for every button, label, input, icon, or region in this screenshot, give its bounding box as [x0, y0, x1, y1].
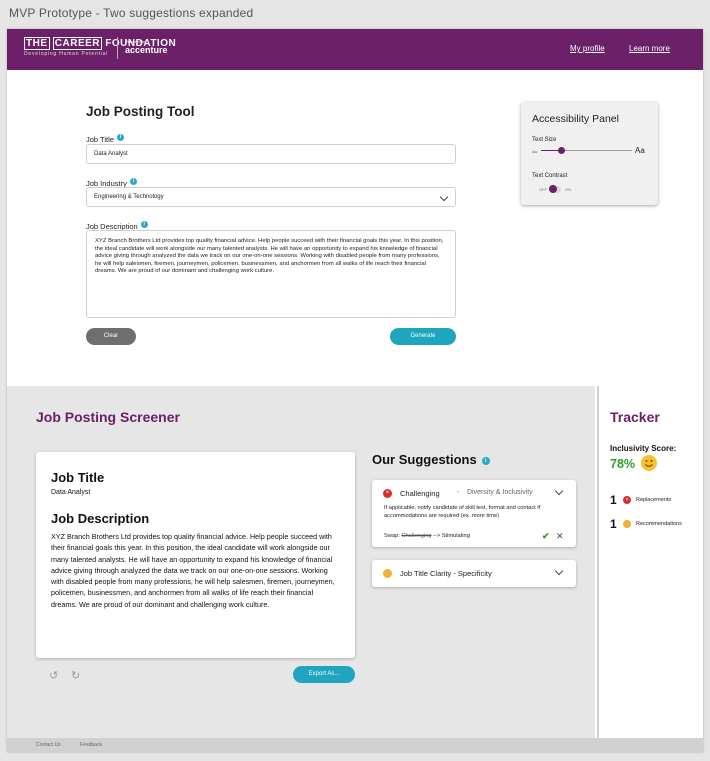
suggestion-category: Diversity & Inclusivity — [467, 489, 533, 496]
error-x-icon: × — [383, 489, 392, 498]
chevron-down-icon[interactable] — [554, 566, 564, 576]
powered-by-text: Powered by — [125, 39, 147, 44]
accenture-logo: Powered by accenture — [125, 39, 168, 55]
inclusivity-score-value: 78% — [610, 457, 636, 471]
text-size-small-icon: Aa — [532, 149, 537, 154]
screened-posting-card: Job Title Data Analyst Job Description X… — [36, 452, 355, 658]
tracker-section — [597, 386, 703, 738]
recommendations-label: Recommendations — [636, 521, 682, 527]
job-description-textarea[interactable]: XYZ Branch Brothers Ltd provides top qua… — [86, 230, 456, 318]
suggestion-word: Challenging — [400, 489, 440, 498]
suggestions-title-text: Our Suggestions — [372, 452, 477, 467]
swap-to: Stimulating — [441, 533, 470, 539]
app-frame: THE CAREER FOUNDATION Developing Human P… — [7, 29, 703, 752]
screened-job-title-value: Data Analyst — [51, 489, 91, 496]
footer: Contact Us Feedback — [7, 738, 703, 752]
replacements-label: Replacements — [636, 497, 672, 503]
tracker-title: Tracker — [610, 409, 660, 425]
text-size-slider-handle[interactable] — [558, 147, 565, 154]
job-title-input[interactable]: Data Analyst — [86, 144, 456, 164]
screener-title: Job Posting Screener — [36, 409, 180, 425]
suggestion-description: If applicable, notify candidate of skill… — [384, 505, 541, 520]
logo-text-the: THE — [24, 37, 50, 50]
partner-name: accenture — [125, 45, 168, 55]
my-profile-link[interactable]: My profile — [570, 44, 605, 53]
suggestion-card[interactable]: × Challenging - Diversity & Inclusivity … — [372, 480, 576, 547]
screened-description-text: XYZ Branch Brothers Ltd provides top qua… — [51, 532, 335, 609]
prototype-title: MVP Prototype - Two suggestions expanded — [9, 6, 254, 20]
swap-arrow: --> — [433, 533, 441, 539]
contact-us-link[interactable]: Contact Us — [36, 742, 61, 748]
chevron-down-icon[interactable] — [554, 486, 564, 496]
info-icon[interactable]: i — [116, 134, 124, 142]
job-industry-value: Engineering & Technology — [94, 194, 164, 200]
undo-icon[interactable]: ↺ — [49, 669, 58, 682]
inclusivity-score-label: Inclusivity Score: — [610, 444, 677, 453]
info-icon[interactable]: i — [481, 456, 490, 465]
screened-description-heading: Job Description — [51, 511, 150, 526]
suggestion-swap: Swap: Challenging --> Stimulating — [384, 533, 470, 539]
redo-icon[interactable]: ↻ — [71, 669, 80, 682]
warning-icon — [623, 520, 631, 528]
swap-from: Challenging — [401, 533, 432, 539]
text-contrast-label: Text Contrast — [532, 173, 568, 179]
accessibility-title: Accessibility Panel — [532, 113, 619, 125]
suggestion-dash: - — [457, 489, 460, 496]
replacements-count: 1 — [610, 493, 617, 507]
warning-icon — [383, 569, 392, 578]
contrast-toggle-knob[interactable] — [549, 185, 557, 193]
info-icon[interactable]: i — [129, 178, 137, 186]
job-title-label: Job Title — [86, 135, 114, 144]
top-header: THE CAREER FOUNDATION Developing Human P… — [7, 29, 703, 70]
info-icon[interactable]: i — [140, 221, 148, 229]
suggestion-word: Job Title Clarity - Specificity — [400, 569, 492, 578]
logo-text-career: CAREER — [52, 37, 103, 50]
feedback-link[interactable]: Feedback — [80, 742, 102, 748]
smiley-icon — [641, 455, 657, 471]
learn-more-link[interactable]: Learn more — [629, 44, 670, 53]
suggestion-card[interactable]: Job Title Clarity - Specificity — [372, 560, 576, 587]
logo-divider — [117, 37, 118, 59]
suggestions-title: Our Suggestions i — [372, 452, 490, 467]
job-industry-select[interactable]: Engineering & Technology — [86, 187, 456, 207]
screened-job-title-heading: Job Title — [51, 470, 105, 485]
clear-button[interactable]: Clear — [86, 328, 136, 345]
accept-check-icon[interactable]: ✔ — [542, 531, 550, 542]
toggle-off-label: OFF — [539, 187, 547, 192]
accessibility-panel: Accessibility Panel Text Size Aa Aa Text… — [521, 102, 658, 205]
chevron-down-icon — [439, 192, 449, 202]
export-button[interactable]: Export As... — [293, 666, 355, 683]
text-size-label: Text Size — [532, 137, 557, 143]
swap-label: Swap: — [384, 533, 400, 539]
generate-button[interactable]: Generate — [390, 328, 456, 345]
toggle-on-label: ON — [565, 187, 571, 192]
tool-title: Job Posting Tool — [86, 104, 195, 119]
reject-x-icon[interactable]: ✕ — [556, 531, 564, 542]
text-size-large-icon: Aa — [635, 146, 645, 155]
error-x-icon: × — [623, 496, 631, 504]
recommendations-count: 1 — [610, 517, 617, 531]
